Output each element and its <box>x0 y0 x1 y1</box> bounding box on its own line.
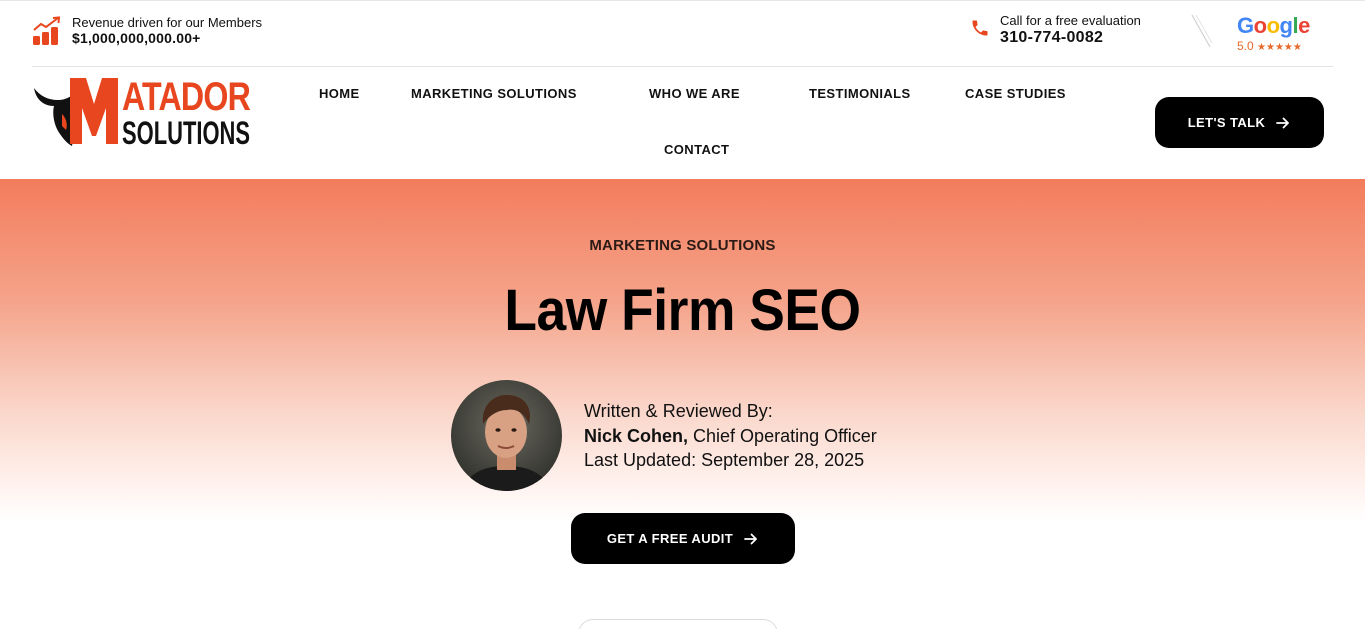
bar-chart-growth-icon <box>33 15 61 45</box>
free-audit-label: GET A FREE AUDIT <box>606 531 734 546</box>
revenue-label: Revenue driven for our Members <box>72 15 263 30</box>
revenue-badge: Revenue driven for our Members $1,000,00… <box>32 15 262 46</box>
author-line: Nick Cohen, Chief Operating Officer <box>584 424 877 449</box>
free-audit-button[interactable]: GET A FREE AUDIT <box>571 513 795 564</box>
arrow-right-icon <box>1276 117 1290 128</box>
nav-marketing-solutions[interactable]: MARKETING SOLUTIONS <box>411 86 577 101</box>
author-role: Chief Operating Officer <box>688 425 877 446</box>
next-section-pill <box>578 619 778 629</box>
revenue-value: $1,000,000,000.00+ <box>72 30 201 46</box>
nav-home[interactable]: HOME <box>319 86 360 101</box>
rating-number: 5.0 <box>1237 39 1254 53</box>
author-byline: Written & Reviewed By: Nick Cohen, Chief… <box>584 399 877 473</box>
lets-talk-button[interactable]: LET'S TALK <box>1155 97 1324 148</box>
svg-text:SOLUTIONS: SOLUTIONS <box>122 115 250 148</box>
arrow-right-icon <box>744 533 758 544</box>
hero-section: MARKETING SOLUTIONS Law Firm SEO Written… <box>0 179 1365 629</box>
google-rating-value: 5.0 ★★★★★ <box>1237 39 1315 55</box>
divider-slash-icon <box>1191 14 1212 48</box>
written-by-label: Written & Reviewed By: <box>584 401 773 421</box>
svg-text:ATADOR: ATADOR <box>122 75 251 119</box>
matador-solutions-logo[interactable]: ATADOR SOLUTIONS <box>32 74 252 148</box>
author-avatar <box>451 380 562 491</box>
last-updated: Last Updated: September 28, 2025 <box>584 450 865 470</box>
nav-contact[interactable]: CONTACT <box>664 142 729 157</box>
lets-talk-label: LET'S TALK <box>1187 115 1266 130</box>
nav-who-we-are[interactable]: WHO WE ARE <box>649 86 740 101</box>
top-bar: Revenue driven for our Members $1,000,00… <box>0 0 1365 67</box>
phone-icon <box>972 20 988 36</box>
call-block[interactable]: Call for a free evaluation 310-774-0082 <box>970 13 1141 48</box>
header-divider <box>32 66 1333 67</box>
call-label: Call for a free evaluation <box>1000 13 1141 28</box>
author-name: Nick Cohen, <box>584 425 689 446</box>
hero-eyebrow: MARKETING SOLUTIONS <box>589 237 776 254</box>
nav-testimonials[interactable]: TESTIMONIALS <box>809 86 911 101</box>
page-title: Law Firm SEO <box>504 278 861 343</box>
phone-number[interactable]: 310-774-0082 <box>1000 28 1141 48</box>
nav-case-studies[interactable]: CASE STUDIES <box>965 86 1066 101</box>
google-rating[interactable]: Google 5.0 ★★★★★ <box>1237 13 1315 55</box>
google-logo: Google <box>1237 13 1310 38</box>
rating-stars: ★★★★★ <box>1257 42 1302 53</box>
